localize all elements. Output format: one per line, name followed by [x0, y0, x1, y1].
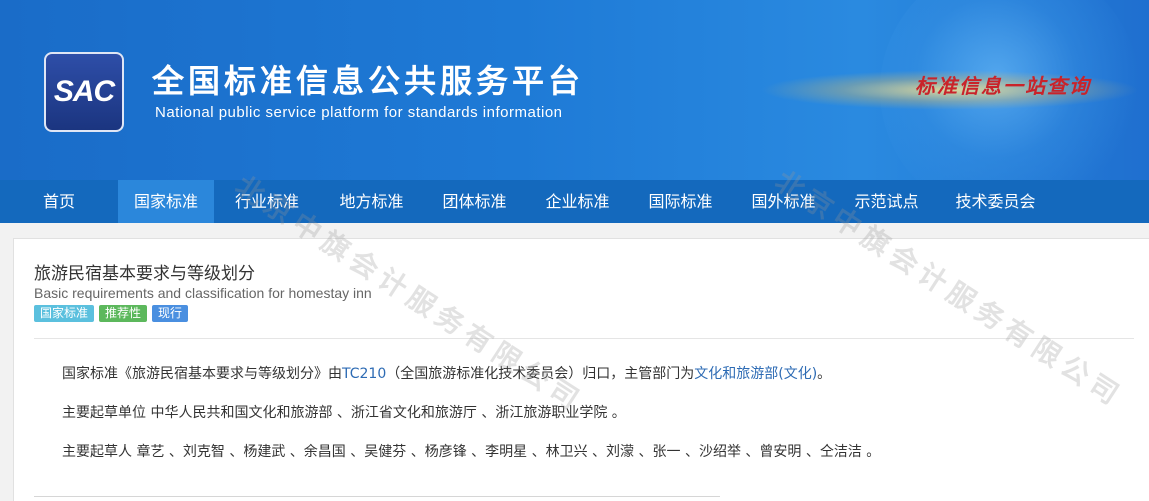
badge-group: 国家标准 推荐性 现行 — [34, 305, 189, 322]
header-banner: SAC 全国标准信息公共服务平台 National public service… — [0, 0, 1149, 180]
department-link[interactable]: 文化和旅游部(文化) — [694, 366, 817, 382]
governance-prefix: 国家标准《旅游民宿基本要求与等级划分》由 — [62, 366, 342, 382]
nav-item-enterprise[interactable]: 企业标准 — [526, 180, 629, 223]
bottom-divider — [34, 496, 720, 497]
nav-item-local[interactable]: 地方标准 — [320, 180, 423, 223]
slogan: 标准信息一站查询 — [915, 74, 1091, 98]
nav-item-international[interactable]: 国际标准 — [629, 180, 732, 223]
standard-card: 旅游民宿基本要求与等级划分 Basic requirements and cla… — [13, 238, 1149, 501]
nav-item-national[interactable]: 国家标准 — [118, 180, 214, 223]
tc-link[interactable]: TC210 — [342, 366, 386, 382]
drafting-units: 主要起草单位 中华人民共和国文化和旅游部 、浙江省文化和旅游厅 、浙江旅游职业学… — [62, 405, 626, 421]
badge-current: 现行 — [152, 305, 189, 322]
nav-item-group[interactable]: 团体标准 — [423, 180, 526, 223]
site-title: 全国标准信息公共服务平台 — [152, 62, 585, 100]
nav-item-home[interactable]: 首页 — [0, 180, 118, 223]
main-nav: 首页 国家标准 行业标准 地方标准 团体标准 企业标准 国际标准 国外标准 示范… — [0, 180, 1149, 223]
badge-national: 国家标准 — [34, 305, 95, 322]
nav-item-committee[interactable]: 技术委员会 — [938, 180, 1053, 223]
drafters: 主要起草人 章艺 、刘克智 、杨建武 、余昌国 、吴健芬 、杨彦锋 、李明星 、… — [62, 444, 881, 460]
divider — [34, 338, 1134, 339]
badge-recommended: 推荐性 — [99, 305, 148, 322]
sac-logo[interactable]: SAC — [44, 52, 124, 132]
governance-line: 国家标准《旅游民宿基本要求与等级划分》由TC210（全国旅游标准化技术委员会）归… — [62, 363, 831, 383]
governance-suffix: 。 — [817, 366, 832, 382]
standard-title-en: Basic requirements and classification fo… — [34, 285, 372, 301]
logo-text: SAC — [53, 75, 115, 108]
standard-title: 旅游民宿基本要求与等级划分 — [34, 264, 255, 284]
site-subtitle: National public service platform for sta… — [155, 104, 563, 121]
